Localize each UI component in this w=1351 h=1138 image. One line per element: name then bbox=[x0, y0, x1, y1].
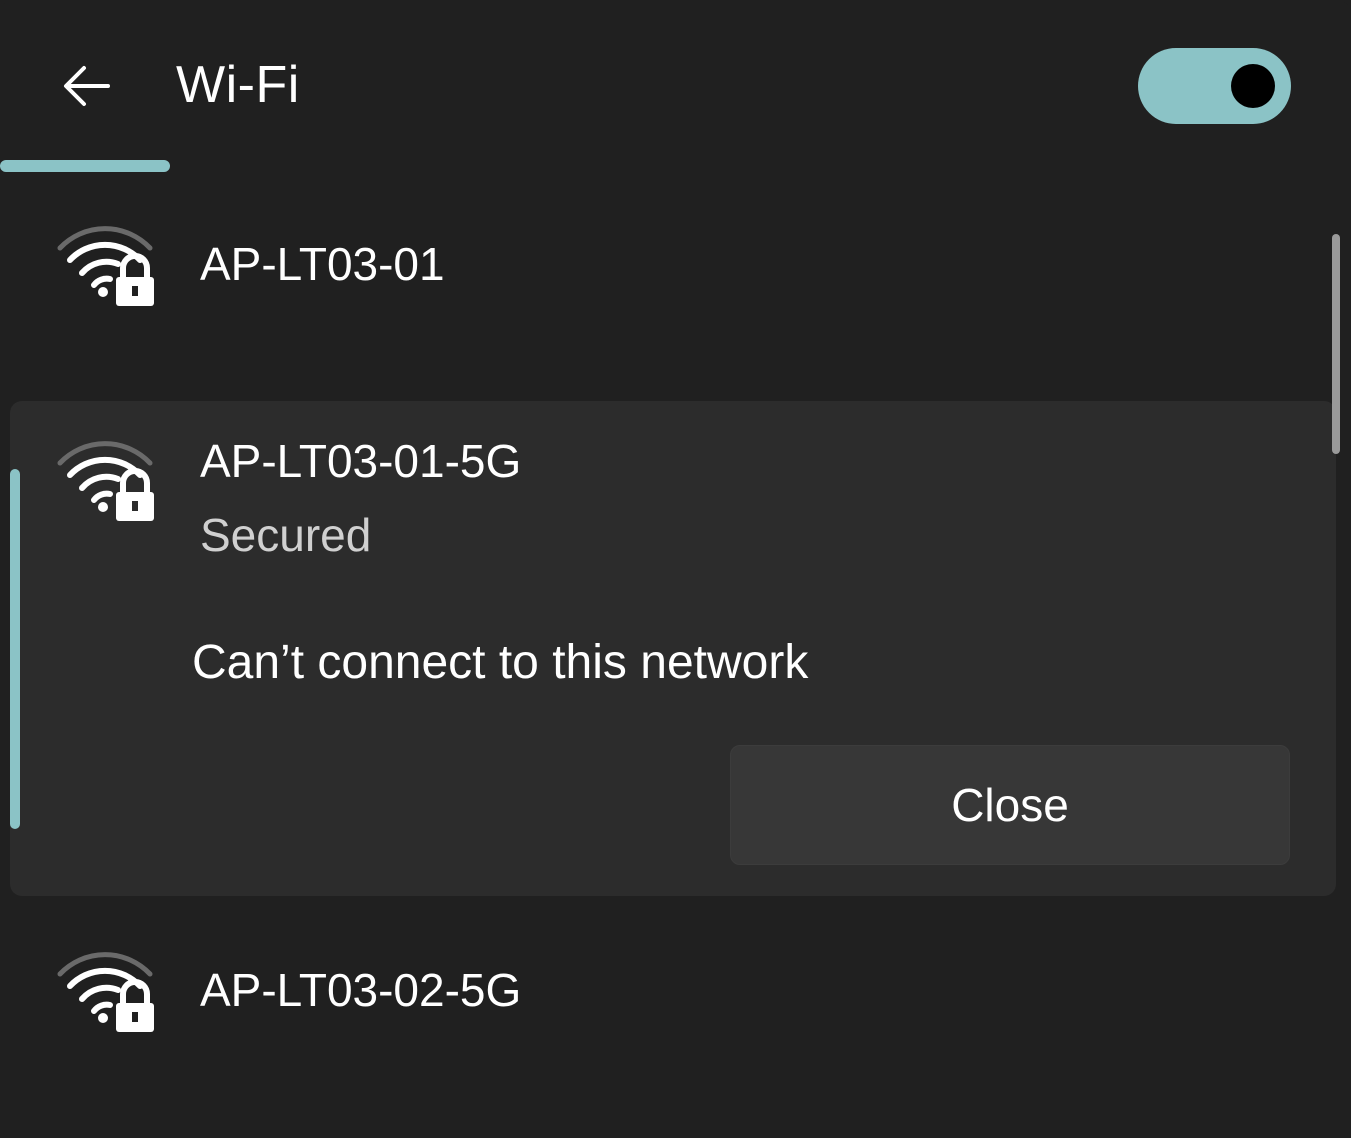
wifi-secured-icon bbox=[57, 952, 154, 1032]
arrow-left-icon bbox=[64, 66, 110, 106]
scrollbar[interactable] bbox=[1332, 234, 1340, 454]
network-name: AP-LT03-02-5G bbox=[200, 964, 522, 1016]
wifi-toggle[interactable] bbox=[1138, 48, 1291, 124]
selection-indicator bbox=[10, 469, 20, 829]
back-button[interactable] bbox=[50, 50, 122, 122]
network-status: Secured bbox=[200, 509, 372, 561]
scanning-progress bbox=[0, 160, 1351, 172]
wifi-panel: Wi-Fi AP-LT03-01 AP-LT03-01-5G Secured C… bbox=[0, 0, 1351, 1138]
header: Wi-Fi bbox=[0, 0, 1351, 172]
network-item[interactable]: AP-LT03-01 bbox=[10, 200, 1336, 390]
network-item[interactable]: AP-LT03-02-5G bbox=[10, 920, 1336, 1070]
toggle-knob bbox=[1231, 64, 1275, 108]
connection-error-message: Can’t connect to this network bbox=[192, 636, 809, 689]
page-title: Wi-Fi bbox=[176, 56, 300, 114]
network-item-expanded[interactable]: AP-LT03-01-5G Secured Can’t connect to t… bbox=[10, 401, 1336, 896]
close-button[interactable]: Close bbox=[730, 745, 1290, 865]
scanning-progress-fill bbox=[0, 160, 170, 172]
network-name: AP-LT03-01-5G bbox=[200, 435, 522, 487]
wifi-secured-icon bbox=[57, 226, 154, 306]
wifi-secured-icon bbox=[57, 441, 154, 521]
network-name: AP-LT03-01 bbox=[200, 238, 445, 290]
